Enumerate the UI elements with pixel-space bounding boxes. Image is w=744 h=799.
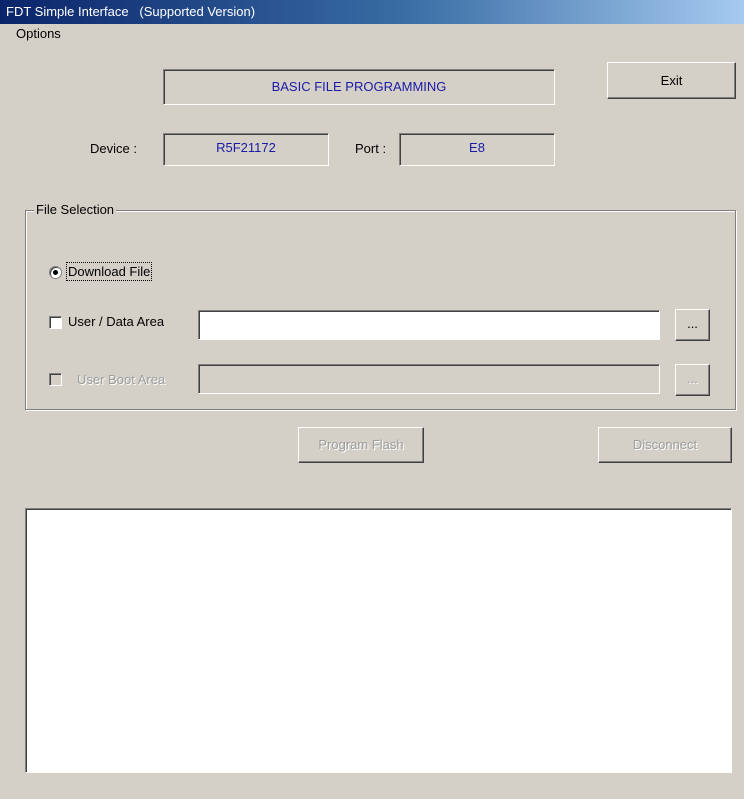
user-boot-area-label[interactable]: User Boot Area	[77, 372, 165, 387]
user-data-area-input[interactable]	[198, 310, 660, 340]
download-file-label[interactable]: Download File	[65, 262, 153, 281]
menu-options[interactable]: Options	[16, 26, 61, 41]
browse-button-label: ...	[687, 316, 698, 331]
device-value-text: R5F21172	[216, 140, 276, 155]
mode-display-text: BASIC FILE PROGRAMMING	[271, 79, 447, 94]
disconnect-label: Disconnect	[632, 437, 698, 452]
user-data-area-browse-button[interactable]: ...	[675, 309, 710, 341]
user-data-area-checkbox[interactable]	[49, 316, 62, 329]
radio-selected-dot	[53, 270, 58, 275]
program-flash-button[interactable]: Program Flash	[298, 427, 424, 463]
user-boot-area-checkbox[interactable]	[49, 373, 62, 386]
log-output[interactable]	[25, 508, 732, 773]
window-title: FDT Simple Interface (Supported Version)	[6, 4, 256, 19]
user-boot-area-input[interactable]	[198, 364, 660, 394]
port-value-text: E8	[469, 140, 485, 155]
menu-bar: Options	[0, 24, 744, 44]
exit-button[interactable]: Exit	[607, 62, 736, 99]
disconnect-button[interactable]: Disconnect	[598, 427, 732, 463]
download-file-radio[interactable]	[49, 266, 62, 279]
user-data-area-label[interactable]: User / Data Area	[68, 314, 164, 329]
exit-button-label: Exit	[660, 73, 683, 88]
mode-display: BASIC FILE PROGRAMMING	[163, 69, 555, 105]
port-value: E8	[399, 133, 555, 166]
title-bar: FDT Simple Interface (Supported Version)	[0, 0, 744, 24]
device-label: Device :	[90, 141, 137, 156]
browse-button-label: ...	[687, 371, 698, 386]
program-flash-label: Program Flash	[318, 437, 404, 452]
user-boot-area-browse-button[interactable]: ...	[675, 364, 710, 396]
device-value: R5F21172	[163, 133, 329, 166]
port-label: Port :	[355, 141, 387, 156]
file-selection-title: File Selection	[34, 202, 117, 217]
